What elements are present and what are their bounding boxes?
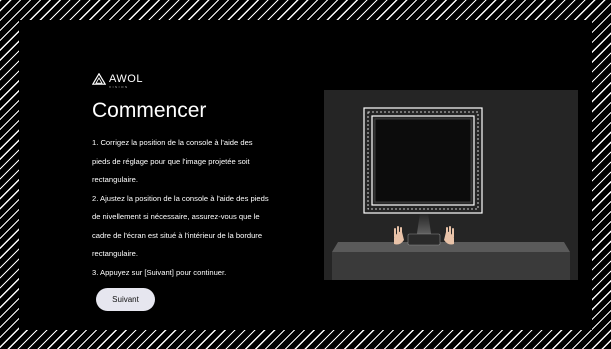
main-screen: AWOL VISION Commencer 1. Corrigez la pos…: [19, 20, 592, 330]
instruction-line: de nivellement si nécessaire, assurez-vo…: [92, 212, 260, 221]
next-button[interactable]: Suivant: [96, 288, 155, 311]
instruction-line: cadre de l'écran est situé à l'intérieur…: [92, 230, 263, 240]
page-title: Commencer: [92, 99, 207, 122]
instruction-line: pieds de réglage pour que l'image projet…: [92, 156, 250, 166]
brand-name: AWOL: [109, 73, 143, 85]
instruction-line: 1. Corrigez la position de la console à …: [92, 138, 253, 147]
instructions-text: 1. Corrigez la position de la console à …: [92, 134, 317, 282]
instruction-line: 2. Ajustez la position de la console à l…: [92, 193, 269, 203]
brand-subtitle: VISION: [109, 85, 129, 89]
projector-console: [407, 233, 441, 246]
instruction-line: rectangulaire.: [92, 175, 139, 184]
instruction-line: rectangulaire.: [92, 249, 139, 258]
projection-screen: [374, 118, 472, 203]
instruction-line: 3. Appuyez sur [Suivant] pour continuer.: [92, 267, 227, 277]
brand-logo: AWOL VISION: [92, 73, 143, 89]
projector-setup-illustration: [324, 90, 578, 280]
table-front: [332, 252, 570, 280]
awol-logo-icon: [92, 73, 106, 85]
